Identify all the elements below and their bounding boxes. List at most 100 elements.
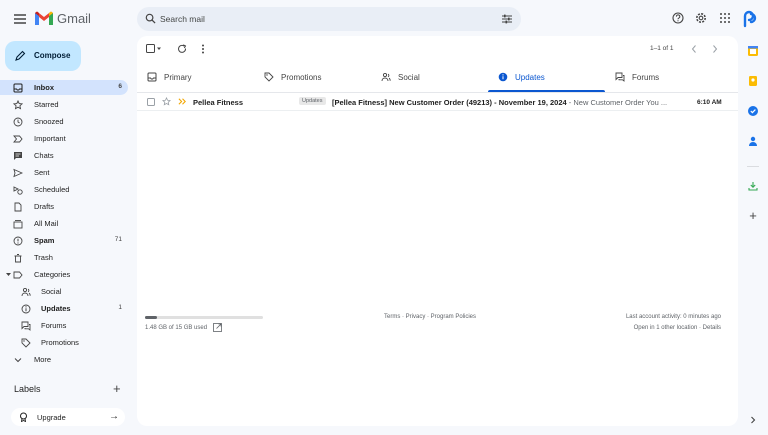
trash-icon xyxy=(13,253,23,263)
storage-text: 1.48 GB of 15 GB used xyxy=(145,325,208,331)
send-icon xyxy=(13,168,23,178)
older-page-chevron-icon[interactable] xyxy=(690,44,698,54)
top-bar: Gmail xyxy=(0,0,768,38)
tab-primary[interactable]: Primary xyxy=(137,64,254,92)
nav-label: Updates xyxy=(41,304,71,313)
search-options-icon[interactable] xyxy=(501,13,513,25)
arrow-right-icon: → xyxy=(109,411,119,422)
labels-heading: Labels xyxy=(14,384,41,394)
email-preview: [Pellea Fitness] New Customer Order (492… xyxy=(332,98,667,107)
social-icon xyxy=(21,287,31,297)
compose-button[interactable]: Compose xyxy=(5,41,81,71)
nav-item-spam[interactable]: Spam 71 xyxy=(0,233,128,248)
more-vert-icon[interactable] xyxy=(201,44,205,54)
unread-count: 1 xyxy=(118,304,122,311)
pencil-icon xyxy=(14,50,26,62)
draft-icon xyxy=(13,202,23,212)
nav-item-all-mail[interactable]: All Mail xyxy=(0,216,128,231)
keep-notes-icon[interactable] xyxy=(747,75,759,87)
nav-item-sent[interactable]: Sent xyxy=(0,165,128,180)
nav-label: All Mail xyxy=(34,219,59,228)
tab-label: Promotions xyxy=(281,73,322,82)
tab-label: Forums xyxy=(632,73,660,82)
row-checkbox[interactable] xyxy=(147,98,155,106)
star-icon[interactable] xyxy=(162,97,171,106)
addon-download-icon[interactable] xyxy=(747,180,759,192)
all-mail-icon xyxy=(13,219,23,229)
nav-item-starred[interactable]: Starred xyxy=(0,97,128,112)
other-location-details-link[interactable]: Open in 1 other location · Details xyxy=(634,325,721,331)
nav-label: Important xyxy=(34,134,66,143)
newer-page-chevron-icon[interactable] xyxy=(711,44,719,54)
nav-item-snoozed[interactable]: Snoozed xyxy=(0,114,128,129)
nav-label: Starred xyxy=(34,100,59,109)
search-input[interactable] xyxy=(160,7,460,31)
nav-label: Trash xyxy=(34,253,53,262)
apps-grid-icon[interactable] xyxy=(719,12,731,24)
email-row[interactable]: Pellea Fitness Updates [Pellea Fitness] … xyxy=(137,93,738,111)
open-storage-link-icon[interactable] xyxy=(213,323,222,332)
storage-progress-fill xyxy=(145,316,157,319)
nav-item-scheduled[interactable]: Scheduled xyxy=(0,182,128,197)
nav-item-drafts[interactable]: Drafts xyxy=(0,199,128,214)
importance-marker-icon[interactable] xyxy=(178,97,187,106)
info-filled-icon xyxy=(498,72,508,82)
star-icon xyxy=(13,100,23,110)
nav-label: Snoozed xyxy=(34,117,64,126)
nav-item-social[interactable]: Social xyxy=(0,284,128,299)
nav-item-more[interactable]: More xyxy=(0,352,128,367)
get-addons-plus-icon[interactable]: + xyxy=(747,209,759,222)
forum-icon xyxy=(21,321,31,331)
contacts-icon[interactable] xyxy=(747,135,759,147)
nav-label: Social xyxy=(41,287,62,296)
forum-icon xyxy=(615,72,625,82)
tab-promotions[interactable]: Promotions xyxy=(254,64,371,92)
tab-label: Updates xyxy=(515,73,545,82)
nav-item-important[interactable]: Important xyxy=(0,131,128,146)
caret-down-icon[interactable] xyxy=(6,272,11,277)
select-all-checkbox[interactable] xyxy=(146,44,162,54)
spam-icon xyxy=(13,236,23,246)
nav-item-promotions[interactable]: Promotions xyxy=(0,335,128,350)
nav-item-chats[interactable]: Chats xyxy=(0,148,128,163)
nav-label: Sent xyxy=(34,168,50,177)
mail-list-panel: 1–1 of 1 Primary Promotions Social Updat… xyxy=(137,36,738,426)
chat-icon xyxy=(13,151,23,161)
upgrade-badge-icon xyxy=(19,412,28,422)
nav-item-categories[interactable]: Categories xyxy=(0,267,128,282)
search-box[interactable] xyxy=(137,7,521,31)
tab-forums[interactable]: Forums xyxy=(605,64,722,92)
nav-label: Spam xyxy=(34,236,55,245)
tasks-icon[interactable] xyxy=(747,105,759,117)
upgrade-label: Upgrade xyxy=(37,413,66,422)
upgrade-button[interactable]: Upgrade → xyxy=(11,408,125,426)
help-icon[interactable] xyxy=(672,12,684,24)
calendar-icon[interactable] xyxy=(747,45,759,57)
nav-item-trash[interactable]: Trash xyxy=(0,250,128,265)
nav-label: Inbox xyxy=(34,83,54,92)
scheduled-icon xyxy=(13,185,23,195)
gmail-logo-icon[interactable] xyxy=(34,10,54,26)
show-side-panel-chevron-icon[interactable] xyxy=(747,414,759,426)
email-time: 6:10 AM xyxy=(697,99,722,106)
last-activity-text: Last account activity: 0 minutes ago xyxy=(625,314,721,320)
email-snippet: - New Customer Order You ... xyxy=(566,98,668,107)
chevron-down-icon xyxy=(13,355,23,365)
refresh-icon[interactable] xyxy=(177,44,187,54)
email-sender: Pellea Fitness xyxy=(193,98,244,107)
tab-social[interactable]: Social xyxy=(371,64,488,92)
info-icon xyxy=(21,304,31,314)
main-menu-icon[interactable] xyxy=(12,11,28,27)
tab-updates[interactable]: Updates xyxy=(488,64,605,92)
settings-gear-icon[interactable] xyxy=(695,12,707,24)
policy-links[interactable]: Terms · Privacy · Program Policies xyxy=(384,314,476,320)
nav-label: Categories xyxy=(34,270,71,279)
nav-item-inbox[interactable]: Inbox 6 xyxy=(0,80,128,95)
create-label-plus-icon[interactable]: + xyxy=(113,381,121,396)
nav-item-forums[interactable]: Forums xyxy=(0,318,128,333)
unread-count: 71 xyxy=(114,236,122,243)
nav-item-updates[interactable]: Updates 1 xyxy=(0,301,128,316)
account-avatar-icon[interactable] xyxy=(741,8,759,28)
tag-icon xyxy=(264,72,274,82)
search-icon[interactable] xyxy=(145,13,156,24)
